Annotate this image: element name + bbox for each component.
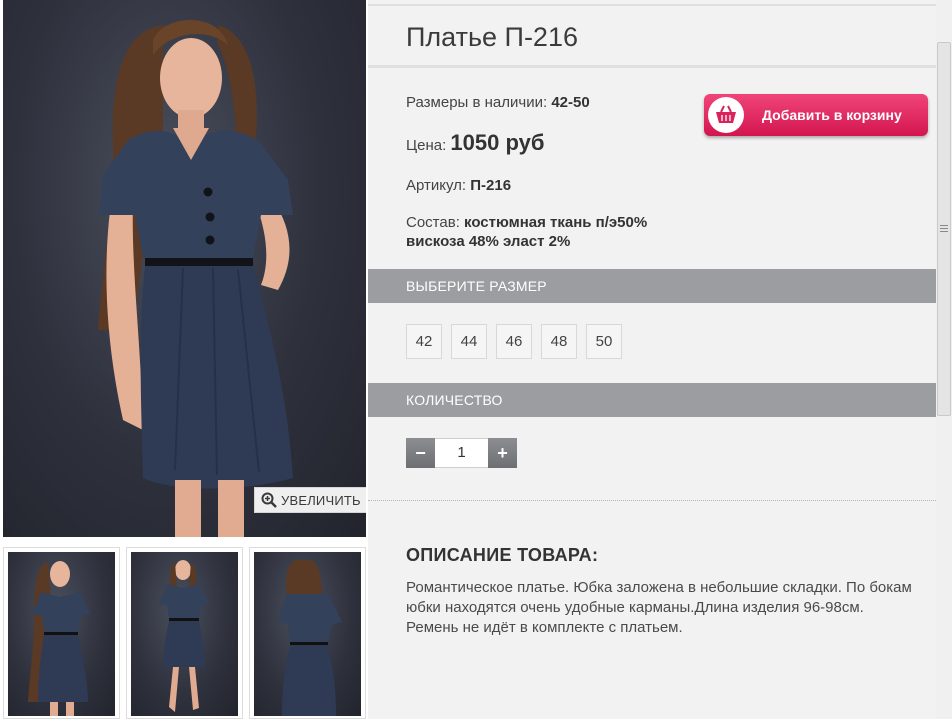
price-label: Цена: (406, 137, 447, 154)
magnifier-plus-icon (261, 492, 277, 508)
thumbnail-1[interactable] (3, 547, 120, 719)
main-product-photo[interactable]: УВЕЛИЧИТЬ (3, 0, 366, 537)
description-title: ОПИСАНИЕ ТОВАРА: (406, 545, 599, 565)
size-option-48[interactable]: 48 (541, 324, 577, 359)
price-value: 1050 руб (450, 130, 545, 155)
size-section-header: ВЫБЕРИТЕ РАЗМЕР (368, 269, 936, 303)
thumbnail-2[interactable] (126, 547, 243, 719)
title-bar: Платье П-216 (368, 4, 936, 68)
zoom-button-label: УВЕЛИЧИТЬ (281, 492, 361, 508)
quantity-section-header: КОЛИЧЕСТВО (368, 383, 936, 417)
quantity-increase-button[interactable]: + (488, 438, 517, 468)
basket-icon (716, 105, 736, 123)
quantity-input[interactable]: 1 (435, 438, 488, 468)
article-label: Артикул: (406, 177, 467, 194)
description-text: Романтическое платье. Юбка заложена в не… (406, 579, 912, 636)
thumbnail-photo (254, 552, 361, 716)
product-title: Платье П-216 (406, 22, 578, 52)
size-option-50[interactable]: 50 (586, 324, 622, 359)
size-options: 42 44 46 48 50 (406, 324, 622, 359)
composition-line-1: костюмная ткань п/э50% (464, 214, 648, 231)
sizes-available-label: Размеры в наличии: (406, 94, 548, 111)
size-option-46[interactable]: 46 (496, 324, 532, 359)
zoom-button[interactable]: УВЕЛИЧИТЬ (254, 487, 366, 513)
quantity-stepper: − 1 + (406, 438, 517, 468)
composition: Состав: костюмная ткань п/э50% вискоза 4… (406, 213, 647, 251)
model-illustration (98, 20, 293, 537)
add-to-cart-button[interactable]: Добавить в корзину (704, 94, 928, 136)
thumbnail-3[interactable] (249, 547, 366, 719)
composition-label: Состав: (406, 214, 460, 231)
sizes-available: Размеры в наличии: 42-50 (406, 94, 590, 111)
basket-icon-circle (708, 97, 744, 133)
scrollbar-grip-icon (940, 225, 948, 232)
thumbnail-photo (8, 552, 115, 716)
article-value: П-216 (470, 177, 512, 194)
divider (368, 500, 936, 501)
size-option-44[interactable]: 44 (451, 324, 487, 359)
quantity-decrease-button[interactable]: − (406, 438, 435, 468)
thumbnail-photo (131, 552, 238, 716)
article: Артикул: П-216 (406, 177, 511, 194)
product-details-panel: Платье П-216 Размеры в наличии: 42-50 Це… (368, 0, 936, 719)
size-option-42[interactable]: 42 (406, 324, 442, 359)
sizes-available-value: 42-50 (551, 94, 590, 111)
price: Цена: 1050 руб (406, 130, 544, 156)
add-to-cart-label: Добавить в корзину (762, 107, 902, 123)
composition-line-2: вискоза 48% эласт 2% (406, 233, 571, 250)
thumbnail-strip (3, 547, 366, 719)
